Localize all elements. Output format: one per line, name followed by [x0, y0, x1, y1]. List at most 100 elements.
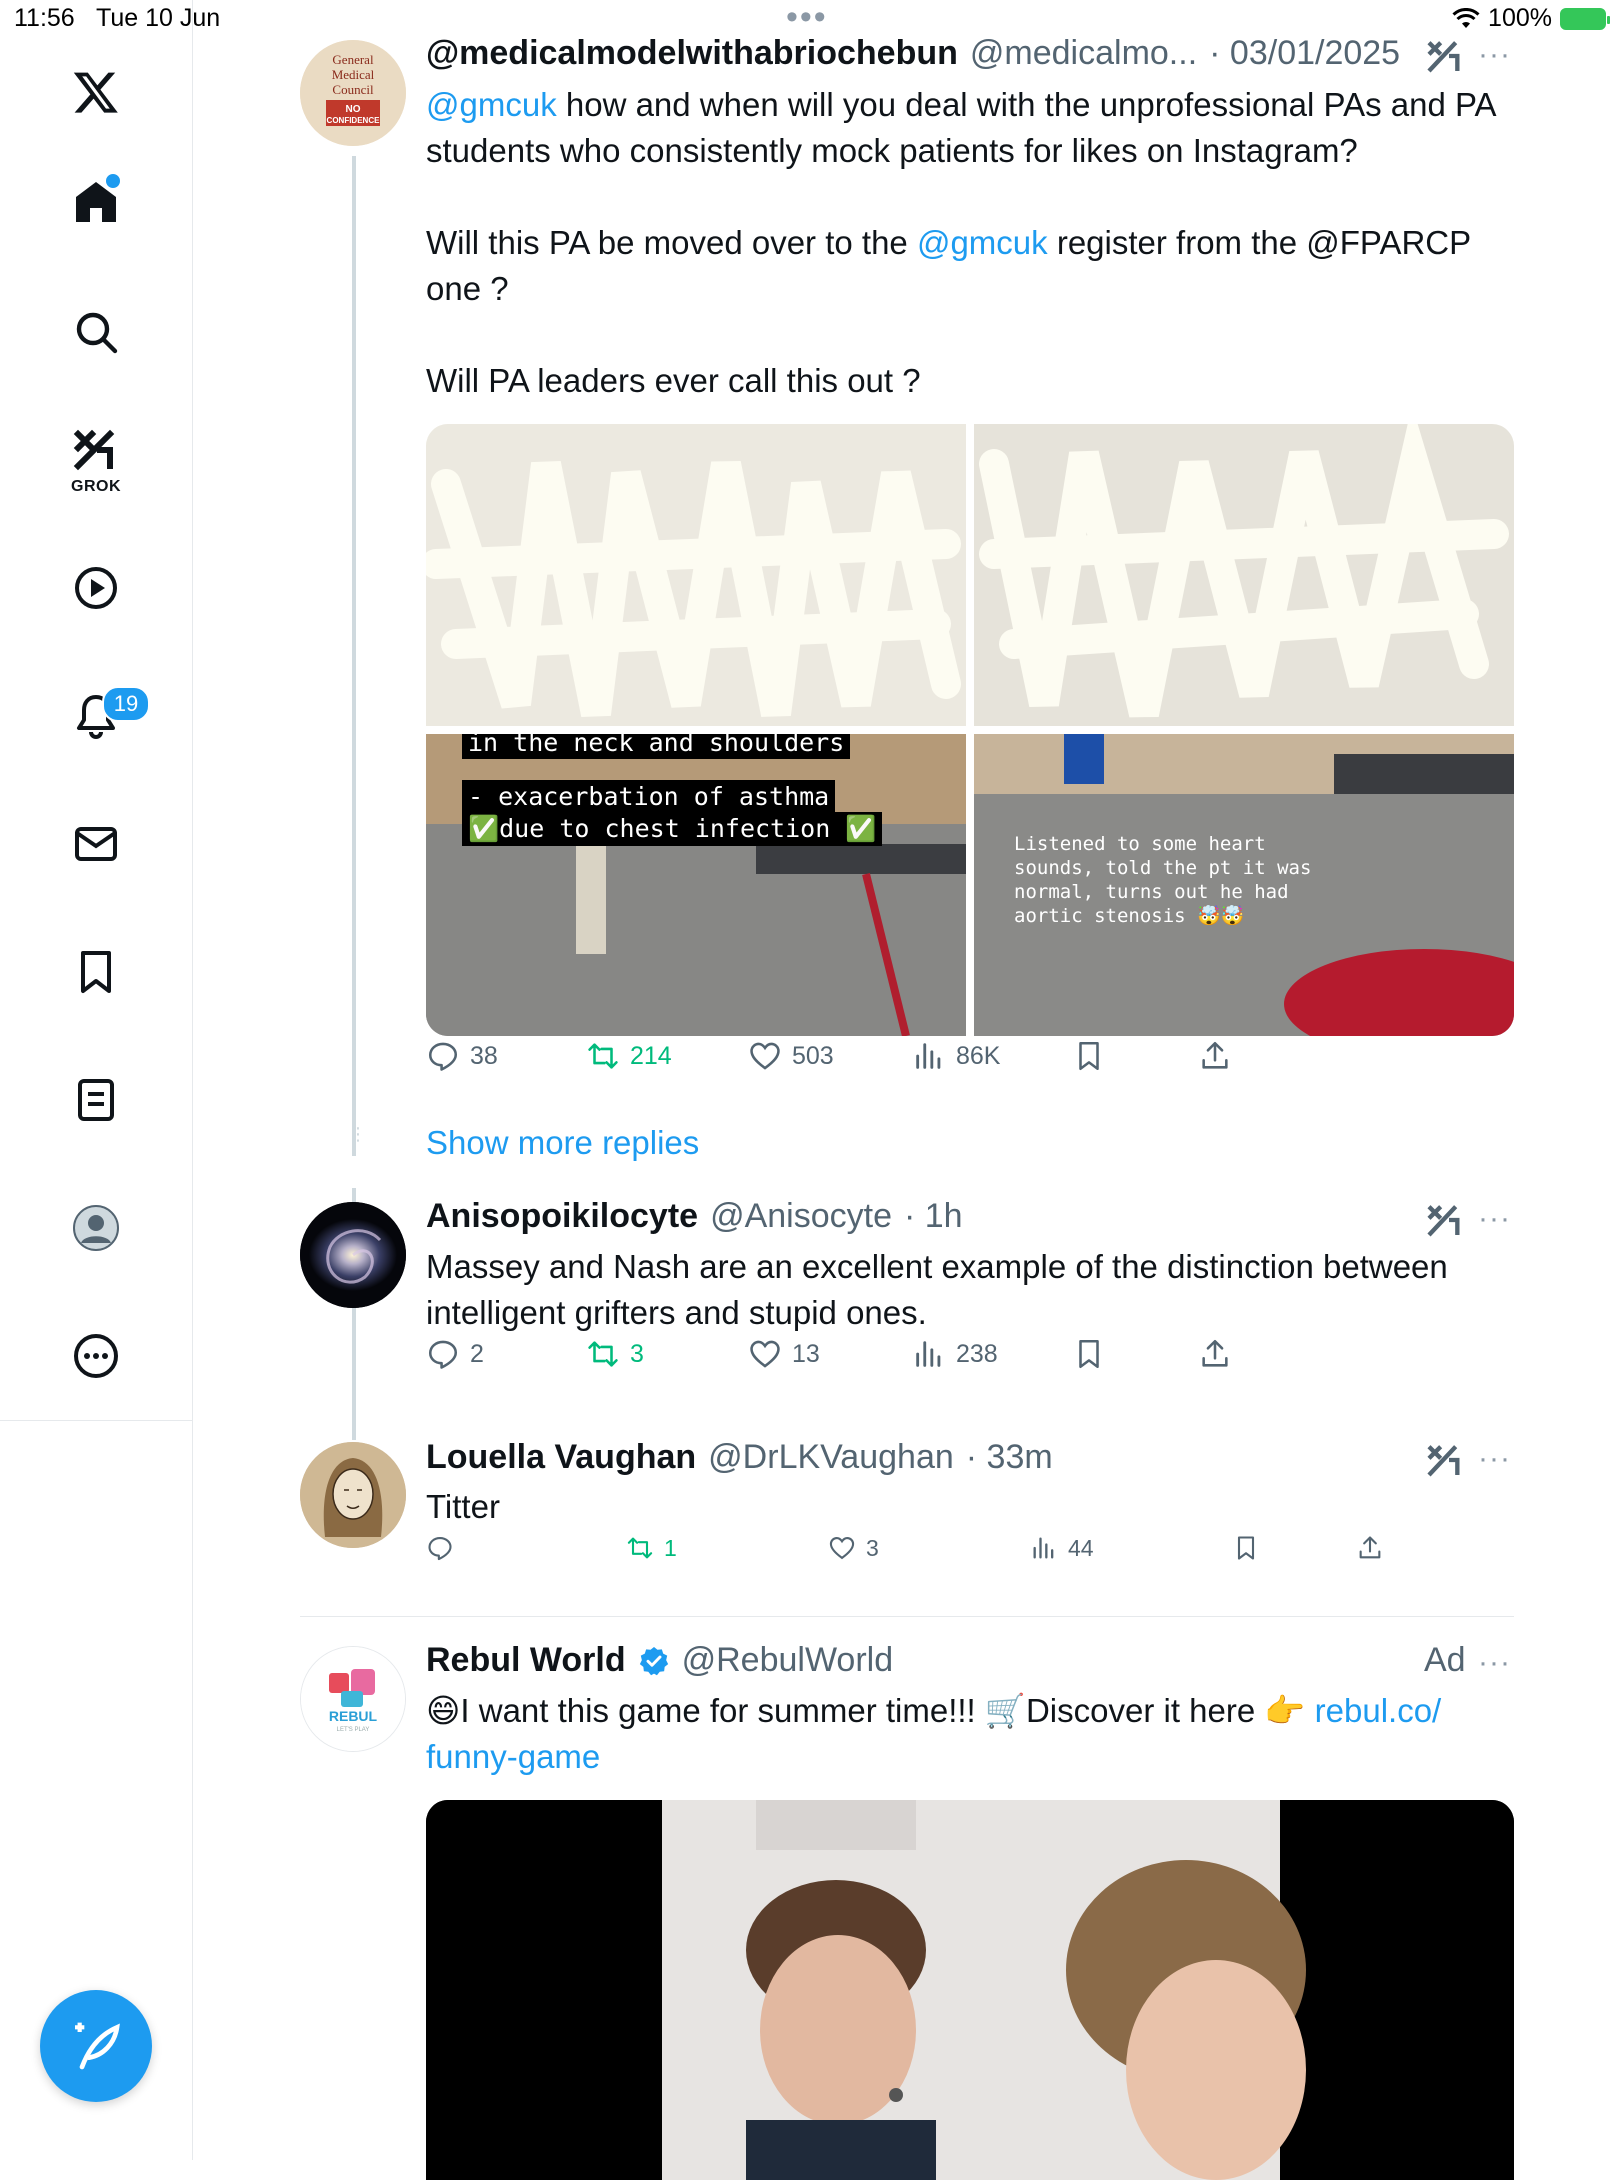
like-button[interactable]: 503 — [748, 1039, 834, 1073]
tweet-more-icon[interactable]: ··· — [1478, 38, 1511, 72]
heart-icon — [750, 1340, 780, 1368]
battery-percent: 100% — [1488, 4, 1552, 32]
mention-link[interactable]: @gmcuk — [426, 86, 557, 123]
views-chart-icon — [916, 1043, 941, 1069]
show-more-replies-link[interactable]: Show more replies — [426, 1124, 699, 1162]
media-image-4[interactable]: Listened to some heart sounds, told the … — [974, 734, 1514, 1036]
lists-icon[interactable] — [50, 1070, 142, 1130]
grok-explain-icon[interactable] — [1424, 1200, 1464, 1245]
share-button[interactable] — [1198, 1337, 1232, 1371]
bookmark-button[interactable] — [1072, 1039, 1106, 1073]
multitask-dots[interactable]: ••• — [786, 0, 828, 34]
reply-icon — [428, 1340, 458, 1369]
tweet-header: @medicalmodelwithabriochebun @medicalmo.… — [426, 34, 1400, 73]
home-icon[interactable] — [50, 172, 142, 232]
reply-button[interactable]: 38 — [426, 1039, 498, 1073]
repost-button[interactable]: 3 — [586, 1337, 644, 1371]
repost-button[interactable]: 214 — [586, 1039, 672, 1073]
display-name[interactable]: Louella Vaughan — [426, 1438, 696, 1477]
grok-icon[interactable] — [50, 424, 142, 476]
user-handle[interactable]: @RebulWorld — [682, 1641, 894, 1680]
share-button[interactable] — [1356, 1534, 1384, 1562]
ad-header: Rebul World @RebulWorld — [426, 1641, 893, 1680]
home-new-dot — [104, 172, 122, 190]
tweet-avatar[interactable] — [300, 1202, 406, 1308]
repost-count: 214 — [630, 1041, 672, 1070]
tweet-body-2: Will this PA be moved over to the @gmcuk… — [426, 220, 1506, 312]
reply-button[interactable] — [426, 1534, 464, 1562]
bookmark-icon — [1237, 1536, 1255, 1560]
grok-explain-icon[interactable] — [1424, 1440, 1464, 1485]
media-image-3[interactable]: in the neck and shoulders - exacerbation… — [426, 734, 966, 1036]
share-button[interactable] — [1198, 1039, 1232, 1073]
bookmarks-icon[interactable] — [50, 942, 142, 1002]
timestamp[interactable]: · 03/01/2025 — [1209, 34, 1400, 73]
svg-text:NO: NO — [346, 104, 361, 115]
tweet-avatar[interactable] — [300, 1442, 406, 1548]
repost-icon — [627, 1537, 653, 1559]
ad-body: 😄I want this game for summer time!!! 🛒Di… — [426, 1688, 1506, 1780]
share-icon — [1202, 1339, 1228, 1367]
thread-connector — [352, 156, 356, 1156]
view-count: 86K — [956, 1041, 1001, 1070]
ad-video[interactable] — [426, 1800, 1514, 2180]
user-handle[interactable]: @medicalmo... — [970, 34, 1197, 73]
repost-button[interactable]: 1 — [626, 1534, 677, 1562]
user-handle[interactable]: @Anisocyte — [710, 1197, 892, 1236]
user-handle[interactable]: @DrLKVaughan — [708, 1438, 954, 1477]
timestamp[interactable]: · 1h — [904, 1197, 963, 1236]
messages-envelope-icon[interactable] — [50, 814, 142, 874]
tweet-header: Louella Vaughan @DrLKVaughan · 33m — [426, 1438, 1053, 1477]
like-count: 3 — [866, 1534, 879, 1561]
tweet-text-line: how and when will you deal with the unpr… — [426, 86, 1504, 169]
bookmark-button[interactable] — [1072, 1337, 1106, 1371]
thread-gap-dots: ⋮ — [349, 1124, 367, 1144]
views-button[interactable]: 238 — [912, 1337, 998, 1371]
media-caption: in the neck and shoulders — [462, 734, 851, 759]
profile-avatar-icon[interactable] — [50, 1198, 142, 1258]
media-image-2[interactable] — [974, 424, 1514, 726]
timestamp[interactable]: · 33m — [966, 1438, 1053, 1477]
compose-post-button[interactable] — [40, 1990, 152, 2102]
ad-avatar[interactable]: REBUL LET'S PLAY — [300, 1646, 406, 1752]
repost-count: 1 — [664, 1534, 677, 1561]
grok-explain-icon[interactable] — [1424, 36, 1464, 81]
reply-icon — [428, 1042, 458, 1071]
sidebar-separator — [0, 1420, 192, 1421]
x-logo-icon[interactable] — [50, 62, 142, 122]
reply-button[interactable]: 2 — [426, 1337, 484, 1371]
like-button[interactable]: 3 — [828, 1534, 879, 1562]
like-button[interactable]: 13 — [748, 1337, 820, 1371]
media-caption: ✅due to chest infection ✅ — [462, 812, 883, 846]
svg-text:REBUL: REBUL — [329, 1708, 378, 1724]
feed-divider — [300, 1616, 1514, 1617]
search-icon[interactable] — [50, 302, 142, 362]
svg-text:Medical: Medical — [332, 67, 375, 82]
display-name[interactable]: @medicalmodelwithabriochebun — [426, 34, 958, 73]
tweet-more-icon[interactable]: ··· — [1478, 1442, 1511, 1476]
more-options-icon[interactable] — [50, 1326, 142, 1386]
tweet-more-icon[interactable]: ··· — [1478, 1646, 1511, 1680]
share-icon — [1202, 1041, 1228, 1069]
notification-count-badge: 19 — [102, 686, 150, 722]
video-play-icon[interactable] — [50, 558, 142, 618]
tweet-avatar[interactable]: General Medical Council NO CONFIDENCE — [300, 40, 406, 146]
media-image-1[interactable] — [426, 424, 966, 726]
tweet-more-icon[interactable]: ··· — [1478, 1202, 1511, 1236]
mention-link[interactable]: @gmcuk — [917, 224, 1048, 261]
display-name[interactable]: Anisopoikilocyte — [426, 1197, 698, 1236]
views-button[interactable]: 44 — [1030, 1534, 1094, 1562]
repost-count: 3 — [630, 1339, 644, 1368]
views-button[interactable]: 86K — [912, 1039, 1000, 1073]
views-chart-icon — [916, 1341, 941, 1367]
tweet-body: Titter — [426, 1488, 500, 1525]
reply-count: 2 — [470, 1339, 484, 1368]
rebul-logo-icon: REBUL LET'S PLAY — [301, 1647, 405, 1751]
display-name[interactable]: Rebul World — [426, 1641, 626, 1680]
bookmark-button[interactable] — [1232, 1534, 1260, 1562]
reply-count: 38 — [470, 1041, 498, 1070]
media-grid[interactable]: in the neck and shoulders - exacerbation… — [426, 424, 1514, 1036]
compose-feather-icon — [75, 2022, 120, 2070]
svg-text:General: General — [332, 52, 374, 67]
tweet-body: @gmcuk how and when will you deal with t… — [426, 82, 1506, 174]
